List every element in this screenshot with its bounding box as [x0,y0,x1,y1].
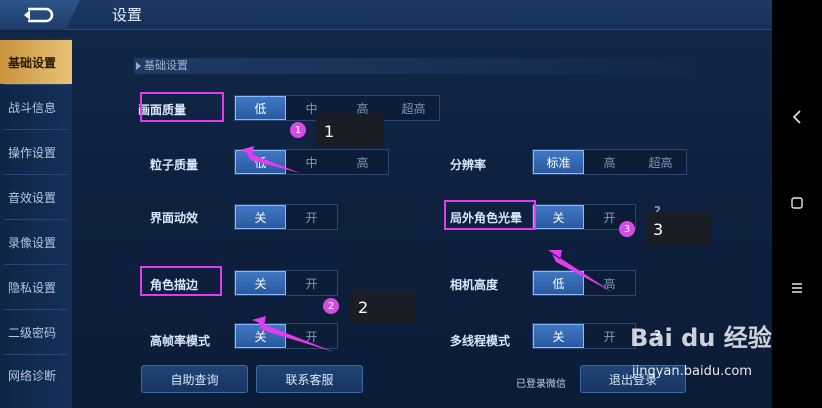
sidebar-item-privacy[interactable]: 隐私设置 [0,265,72,309]
ui-animation-label: 界面动效 [150,211,199,225]
baidu-watermark: Bai du 经验 jingyan.baidu.com [630,318,780,379]
back-button[interactable] [0,0,80,30]
resolution-option-ultra[interactable]: 超高 [635,150,686,174]
quality-option-ultra[interactable]: 超高 [388,96,439,120]
annotation-label-3: 3 [645,212,711,246]
login-status: 已登录微信 [516,379,566,390]
particle-option-low[interactable]: 低 [235,150,286,174]
particle-option-high[interactable]: 高 [337,150,388,174]
outline-off[interactable]: 关 [235,271,286,295]
page-title: 设置 [112,6,143,24]
watermark-url: jingyan.baidu.com [632,364,752,379]
sidebar-item-controls[interactable]: 操作设置 [0,130,72,174]
sidebar-item-battle[interactable]: 战斗信息 [0,85,72,129]
halo-label: 局外角色光晕 [450,211,523,225]
particle-selector: 低 中 高 [234,149,389,175]
annotation-badge-2: 2 [323,298,339,314]
annotation-badge-1: 1 [290,122,306,138]
resolution-option-standard[interactable]: 标准 [533,150,584,174]
framerate-label: 高帧率模式 [150,334,211,348]
halo-off[interactable]: 关 [533,205,584,229]
framerate-on[interactable]: 开 [286,324,337,348]
self-help-button[interactable]: 自助查询 [141,365,248,393]
return-arrow-icon [24,7,54,23]
outline-toggle: 关 开 [234,270,338,296]
sidebar-item-password[interactable]: 二级密码 [0,310,72,354]
top-bar: 设置 [0,0,772,30]
sidebar-item-network[interactable]: 网络诊断 [0,353,72,397]
particle-option-medium[interactable]: 中 [286,150,337,174]
contact-support-button[interactable]: 联系客服 [256,365,363,393]
annotation-label-2: 2 [350,290,416,324]
sidebar-item-basic[interactable]: 基础设置 [0,40,72,84]
framerate-off[interactable]: 关 [235,324,286,348]
particle-label: 粒子质量 [150,158,199,172]
sidebar: 基础设置 战斗信息 操作设置 音效设置 录像设置 隐私设置 二级密码 网络诊断 [0,38,72,408]
resolution-option-high[interactable]: 高 [584,150,635,174]
sidebar-item-recording[interactable]: 录像设置 [0,220,72,264]
outline-on[interactable]: 开 [286,271,337,295]
resolution-selector: 标准 高 超高 [532,149,687,175]
ui-animation-off[interactable]: 关 [235,205,286,229]
square-icon[interactable] [786,192,808,214]
outline-label: 角色描边 [150,278,199,292]
watermark-logo: Bai du 经验 [630,324,772,352]
annotation-label-1: 1 [316,114,384,148]
annotation-badge-3: 3 [619,221,635,237]
camera-option-low[interactable]: 低 [533,271,584,295]
back-icon[interactable] [786,106,808,128]
multithread-label: 多线程模式 [450,334,511,348]
section-header: 基础设置 [134,58,694,74]
framerate-toggle: 关 开 [234,323,338,349]
multithread-on[interactable]: 开 [584,324,635,348]
ui-animation-on[interactable]: 开 [286,205,337,229]
system-nav-bar [772,0,822,408]
camera-option-high[interactable]: 高 [584,271,635,295]
multithread-toggle: 关 开 [532,323,636,349]
camera-toggle: 低 高 [532,270,636,296]
quality-option-low[interactable]: 低 [235,96,286,120]
resolution-label: 分辨率 [450,158,487,172]
quality-label: 画面质量 [138,103,187,117]
camera-label: 相机高度 [450,278,499,292]
menu-icon[interactable] [786,277,808,299]
multithread-off[interactable]: 关 [533,324,584,348]
sidebar-item-sound[interactable]: 音效设置 [0,175,72,219]
ui-animation-toggle: 关 开 [234,204,338,230]
